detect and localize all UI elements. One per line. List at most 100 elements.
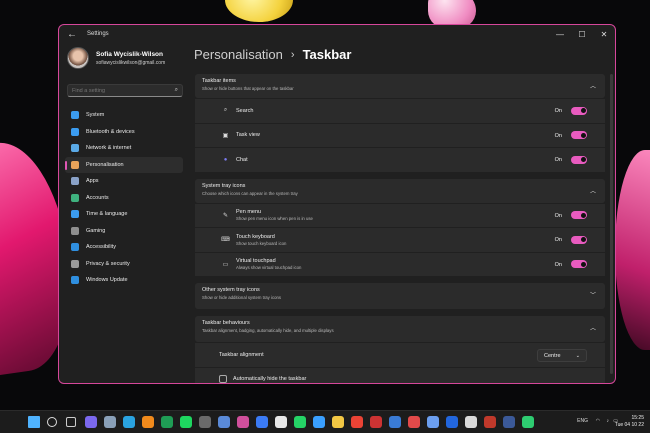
toggle-state-label: On xyxy=(554,237,562,243)
autohide-row[interactable]: Automatically hide the taskbar xyxy=(195,367,605,383)
setting-row: ▭ Virtual touchpad Always show virtual tou… xyxy=(195,252,605,276)
taskbar-alignment-dropdown[interactable]: Centre ⌄ xyxy=(537,349,587,362)
taskbar: ENG ◠ ♪ ▭ 15:25 Tue 04 10 22 xyxy=(0,410,650,433)
toggle-switch[interactable] xyxy=(571,106,587,115)
section-title: Taskbar behaviours xyxy=(202,320,250,326)
user-profile[interactable]: Sofia Wycislik-Wilson sofiawycislikwilso… xyxy=(67,47,165,69)
section-subtitle: Taskbar alignment, badging, automaticall… xyxy=(202,328,334,333)
setting-description: Show touch keyboard icon xyxy=(236,240,287,246)
toggle-switch[interactable] xyxy=(571,155,587,164)
search-box[interactable]: ⌕ xyxy=(67,84,183,97)
brush-icon xyxy=(71,160,79,169)
toggle-switch[interactable] xyxy=(571,235,587,244)
wallpaper-shape xyxy=(615,150,650,350)
file-explorer-icon[interactable] xyxy=(332,416,344,428)
section-subtitle: Show or hide additional system tray icon… xyxy=(202,295,282,300)
sidebar-item-label: Apps xyxy=(86,178,99,185)
sidebar-item-system[interactable]: System xyxy=(65,107,183,124)
toggle-switch[interactable] xyxy=(571,211,587,219)
accessibility-icon xyxy=(71,243,79,252)
autohide-checkbox[interactable] xyxy=(219,375,227,383)
edge-icon[interactable] xyxy=(123,416,135,428)
window-title: Settings xyxy=(87,31,109,37)
language-indicator[interactable]: ENG xyxy=(577,418,588,424)
excel-icon[interactable] xyxy=(161,416,173,428)
wifi-icon xyxy=(71,144,79,153)
avatar xyxy=(67,47,89,69)
sidebar-item-bluetooth-devices[interactable]: Bluetooth & devices xyxy=(65,124,183,141)
sidebar-item-time-language[interactable]: Time & language xyxy=(65,206,183,223)
app-icon[interactable] xyxy=(408,416,420,428)
breadcrumb-parent[interactable]: Personalisation xyxy=(194,47,283,62)
toggle-switch[interactable] xyxy=(571,131,587,139)
sidebar-item-accessibility[interactable]: Accessibility xyxy=(65,239,183,256)
scrollbar[interactable] xyxy=(610,74,613,374)
wifi-icon[interactable]: ◠ xyxy=(596,418,600,424)
chevron-up-icon[interactable]: ︿ xyxy=(590,323,596,332)
chevron-up-icon[interactable]: ︿ xyxy=(590,81,596,90)
spotify-icon[interactable] xyxy=(180,416,192,428)
sidebar-item-windows-update[interactable]: Windows Update xyxy=(65,272,183,289)
sidebar-item-accounts[interactable]: Accounts xyxy=(65,190,183,207)
sidebar-nav: System Bluetooth & devices Network & inter… xyxy=(65,107,183,289)
search-input[interactable] xyxy=(72,87,172,94)
messenger-icon[interactable] xyxy=(256,416,268,428)
app-icon[interactable] xyxy=(275,416,287,428)
app-icon[interactable] xyxy=(465,416,477,428)
taskbar-items-header[interactable]: Taskbar items Show or hide buttons that … xyxy=(195,74,605,98)
app-icon[interactable] xyxy=(427,416,439,428)
sidebar-item-network-internet[interactable]: Network & internet xyxy=(65,140,183,157)
sidebar-item-apps[interactable]: Apps xyxy=(65,173,183,190)
chrome-icon[interactable] xyxy=(351,416,363,428)
globe-clock-icon xyxy=(71,210,79,219)
maximize-icon[interactable]: ☐ xyxy=(571,25,593,43)
taskbar-behaviours-header[interactable]: Taskbar behaviours Taskbar alignment, ba… xyxy=(195,316,605,342)
tray-icons-header[interactable]: System tray icons Choose which icons can… xyxy=(195,178,605,203)
chat-icon[interactable] xyxy=(85,416,97,428)
app-icon[interactable] xyxy=(522,416,534,428)
title-bar[interactable]: ← Settings — ☐ ✕ xyxy=(59,25,615,43)
toggle-state-label: On xyxy=(554,212,562,219)
app-icon[interactable] xyxy=(446,416,458,428)
chevron-up-icon[interactable]: ︿ xyxy=(590,186,596,195)
app-icon[interactable] xyxy=(370,416,382,428)
wallpaper-shape xyxy=(225,0,293,22)
app-icon[interactable] xyxy=(503,416,515,428)
sidebar-item-gaming[interactable]: Gaming xyxy=(65,223,183,240)
keyboard-icon: ⌨ xyxy=(221,237,230,244)
chevron-down-icon[interactable]: ﹀ xyxy=(590,290,596,299)
search-icon[interactable] xyxy=(47,417,57,427)
toggle-state-label: On xyxy=(554,108,562,114)
app-icon[interactable] xyxy=(313,416,325,428)
windows-start-icon[interactable] xyxy=(28,416,40,428)
setting-row: ▣ Task view On xyxy=(195,123,605,147)
taskbar-alignment-row: Taskbar alignment Centre ⌄ xyxy=(195,343,605,367)
settings-icon[interactable] xyxy=(104,416,116,428)
sidebar-item-label: Time & language xyxy=(86,211,128,218)
toggle-state-label: On xyxy=(554,132,562,139)
vlc-icon[interactable] xyxy=(142,416,154,428)
sidebar-item-privacy-security[interactable]: Privacy & security xyxy=(65,256,183,273)
sidebar-item-label: System xyxy=(86,112,105,119)
volume-icon[interactable]: ♪ xyxy=(607,418,610,424)
update-icon xyxy=(71,276,79,285)
close-icon[interactable]: ✕ xyxy=(593,25,615,43)
sidebar-item-personalisation[interactable]: Personalisation xyxy=(65,156,183,173)
breadcrumb: Personalisation › Taskbar xyxy=(194,47,351,62)
arrow-left-icon[interactable]: ← xyxy=(65,29,79,40)
other-tray-header[interactable]: Other system tray icons Show or hide add… xyxy=(195,283,605,309)
app-icon[interactable] xyxy=(199,416,211,428)
task-view-icon[interactable] xyxy=(66,417,76,427)
app-icon[interactable] xyxy=(389,416,401,428)
app-icon[interactable] xyxy=(218,416,230,428)
clock[interactable]: 15:25 Tue 04 10 22 xyxy=(615,415,644,429)
settings-window: ← Settings — ☐ ✕ Sofia Wycislik-Wilson s… xyxy=(58,24,616,384)
app-icon[interactable] xyxy=(484,416,496,428)
minimize-icon[interactable]: — xyxy=(549,25,571,43)
toggle-switch[interactable] xyxy=(571,260,587,268)
search-icon[interactable]: ⌕ xyxy=(175,87,178,94)
setting-label: Search xyxy=(236,107,254,114)
pen-icon: ✎ xyxy=(222,212,229,219)
app-icon[interactable] xyxy=(237,416,249,428)
whatsapp-icon[interactable] xyxy=(294,416,306,428)
